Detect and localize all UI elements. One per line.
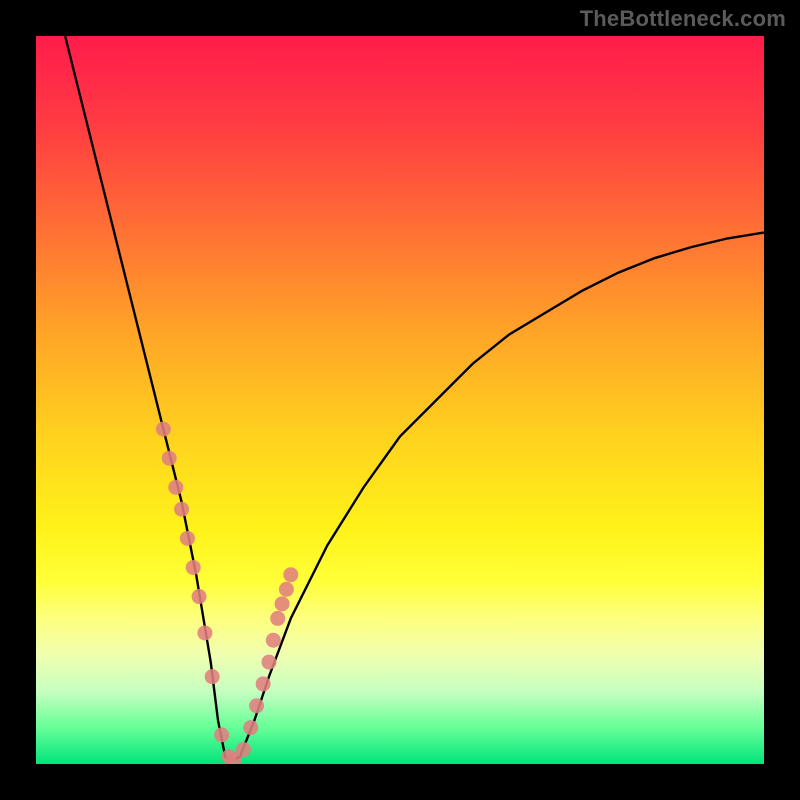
marker-cluster-left — [156, 422, 242, 764]
marker-dot — [197, 625, 212, 640]
marker-dot — [214, 727, 229, 742]
marker-dot — [192, 589, 207, 604]
marker-dot — [174, 502, 189, 517]
marker-dot — [249, 698, 264, 713]
marker-dot — [205, 669, 220, 684]
marker-dot — [236, 742, 251, 757]
marker-dot — [279, 582, 294, 597]
marker-dot — [275, 596, 290, 611]
marker-dot — [266, 633, 281, 648]
marker-dot — [256, 676, 271, 691]
marker-dot — [270, 611, 285, 626]
chart-svg — [36, 36, 764, 764]
marker-dot — [156, 422, 171, 437]
marker-dot — [243, 720, 258, 735]
marker-dot — [162, 451, 177, 466]
marker-cluster-right — [236, 567, 298, 757]
marker-dot — [168, 480, 183, 495]
marker-dot — [261, 655, 276, 670]
outer-frame: TheBottleneck.com — [0, 0, 800, 800]
plot-area — [36, 36, 764, 764]
watermark-text: TheBottleneck.com — [580, 6, 786, 32]
main-curve — [65, 36, 764, 760]
marker-dot — [186, 560, 201, 575]
marker-dot — [180, 531, 195, 546]
marker-dot — [283, 567, 298, 582]
